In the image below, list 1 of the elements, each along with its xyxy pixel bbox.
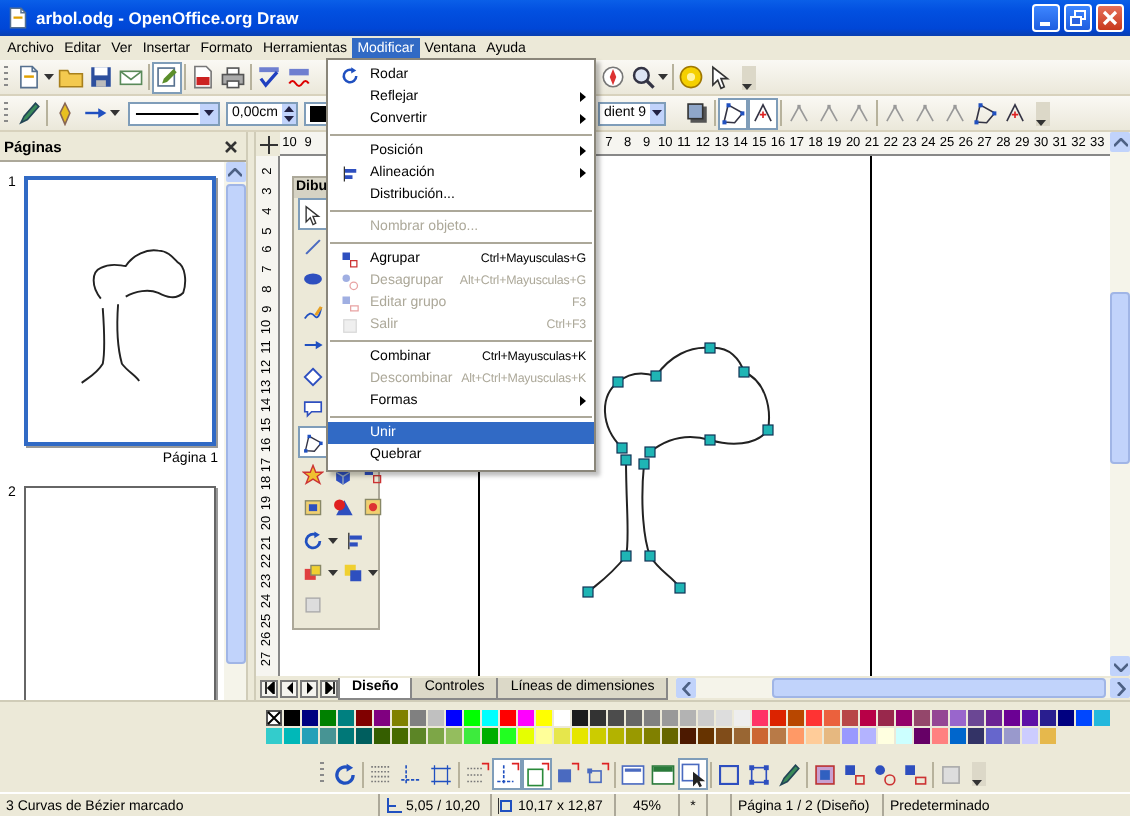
- window-title: arbol.odg - OpenOffice.org Draw: [36, 8, 301, 28]
